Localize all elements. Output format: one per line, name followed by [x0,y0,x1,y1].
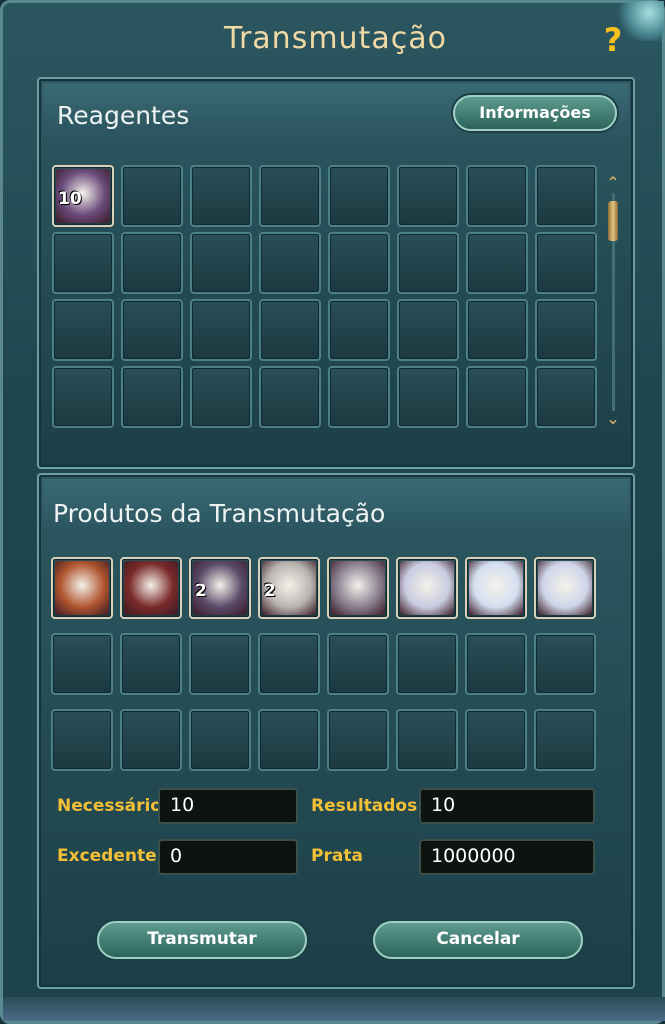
reagent-slot[interactable] [259,232,321,294]
product-slot[interactable] [534,709,596,771]
product-slot[interactable] [120,633,182,695]
excedente-field[interactable]: 0 [158,839,298,875]
product-slot[interactable] [120,709,182,771]
product-slot[interactable] [396,633,458,695]
cancelar-button[interactable]: Cancelar [373,921,583,959]
reagent-slot[interactable] [121,165,183,227]
reagent-slot[interactable] [466,165,528,227]
item-count: 2 [264,581,276,601]
window-title: Transmutação [224,21,447,56]
reagent-slot[interactable] [121,366,183,428]
reagent-slot[interactable] [535,366,597,428]
scroll-down-icon[interactable]: ⌄ [602,409,624,428]
products-title: Produtos da Transmutação [53,499,386,528]
product-slot[interactable] [396,709,458,771]
reagent-slot[interactable] [121,299,183,361]
reagent-slot[interactable] [190,232,252,294]
reagent-slot[interactable] [535,299,597,361]
reagent-scrollbar[interactable]: ⌃ ⌄ [602,173,624,435]
reagent-slot[interactable] [397,366,459,428]
prata-label: Prata [311,846,363,866]
product-slot[interactable] [327,709,389,771]
product-slot[interactable] [396,557,458,619]
reagent-slot[interactable] [52,232,114,294]
product-slot[interactable] [327,557,389,619]
reagent-slot[interactable] [190,366,252,428]
product-slot[interactable] [465,557,527,619]
reagent-slot[interactable] [52,366,114,428]
transmutar-button[interactable]: Transmutar [97,921,307,959]
reagent-slot[interactable] [52,299,114,361]
dress-icon [538,561,592,615]
reagent-slot[interactable] [328,366,390,428]
product-slot[interactable] [465,709,527,771]
reagent-slot[interactable] [397,299,459,361]
plate-armor-icon [331,561,385,615]
product-slot[interactable] [534,633,596,695]
product-slot[interactable] [258,633,320,695]
reagent-slot[interactable] [259,165,321,227]
reagent-slot[interactable] [328,299,390,361]
reagent-slot[interactable] [190,299,252,361]
reagent-slot[interactable] [466,232,528,294]
reagents-title: Reagentes [57,101,190,130]
reagent-slot[interactable] [535,165,597,227]
reagent-slot[interactable] [259,299,321,361]
reagent-slot[interactable] [328,232,390,294]
product-slot[interactable]: 2 [189,557,251,619]
product-grid: 22 [51,557,600,771]
excedente-label: Excedente [57,846,157,866]
chest-armor-icon [124,561,178,615]
product-slot[interactable] [327,633,389,695]
prata-field[interactable]: 1000000 [419,839,595,875]
product-slot[interactable] [534,557,596,619]
product-slot[interactable] [120,557,182,619]
item-count: 10 [58,189,82,209]
help-icon[interactable]: ? [593,21,633,61]
reagent-grid: 10 [52,165,601,428]
reagent-slot[interactable] [259,366,321,428]
product-slot[interactable] [51,633,113,695]
transmutation-window: Transmutação ? Reagentes Informações 10 … [0,0,665,1024]
product-slot[interactable] [189,709,251,771]
product-slot[interactable] [465,633,527,695]
reagent-slot[interactable] [535,232,597,294]
resultados-label: Resultados [311,796,418,816]
necessario-field[interactable]: 10 [158,788,298,824]
reagent-slot[interactable] [121,232,183,294]
resultados-field[interactable]: 10 [419,788,595,824]
product-slot[interactable]: 2 [258,557,320,619]
necessario-label: Necessário [57,796,162,816]
reagent-slot[interactable] [466,299,528,361]
info-button[interactable]: Informações [453,95,617,131]
window-bottom-frame [3,997,665,1021]
scroll-thumb[interactable] [608,201,618,241]
white-robe-icon [469,561,523,615]
reagent-slot[interactable] [466,366,528,428]
product-slot[interactable] [189,633,251,695]
product-slot[interactable] [51,557,113,619]
reagent-slot[interactable]: 10 [52,165,114,227]
robe-icon [400,561,454,615]
reagent-slot[interactable] [190,165,252,227]
product-slot[interactable] [51,709,113,771]
reagent-slot[interactable] [397,165,459,227]
reagent-slot[interactable] [397,232,459,294]
product-slot[interactable] [258,709,320,771]
scroll-up-icon[interactable]: ⌃ [602,173,624,192]
helmet-icon [55,561,109,615]
reagent-slot[interactable] [328,165,390,227]
item-count: 2 [195,581,207,601]
